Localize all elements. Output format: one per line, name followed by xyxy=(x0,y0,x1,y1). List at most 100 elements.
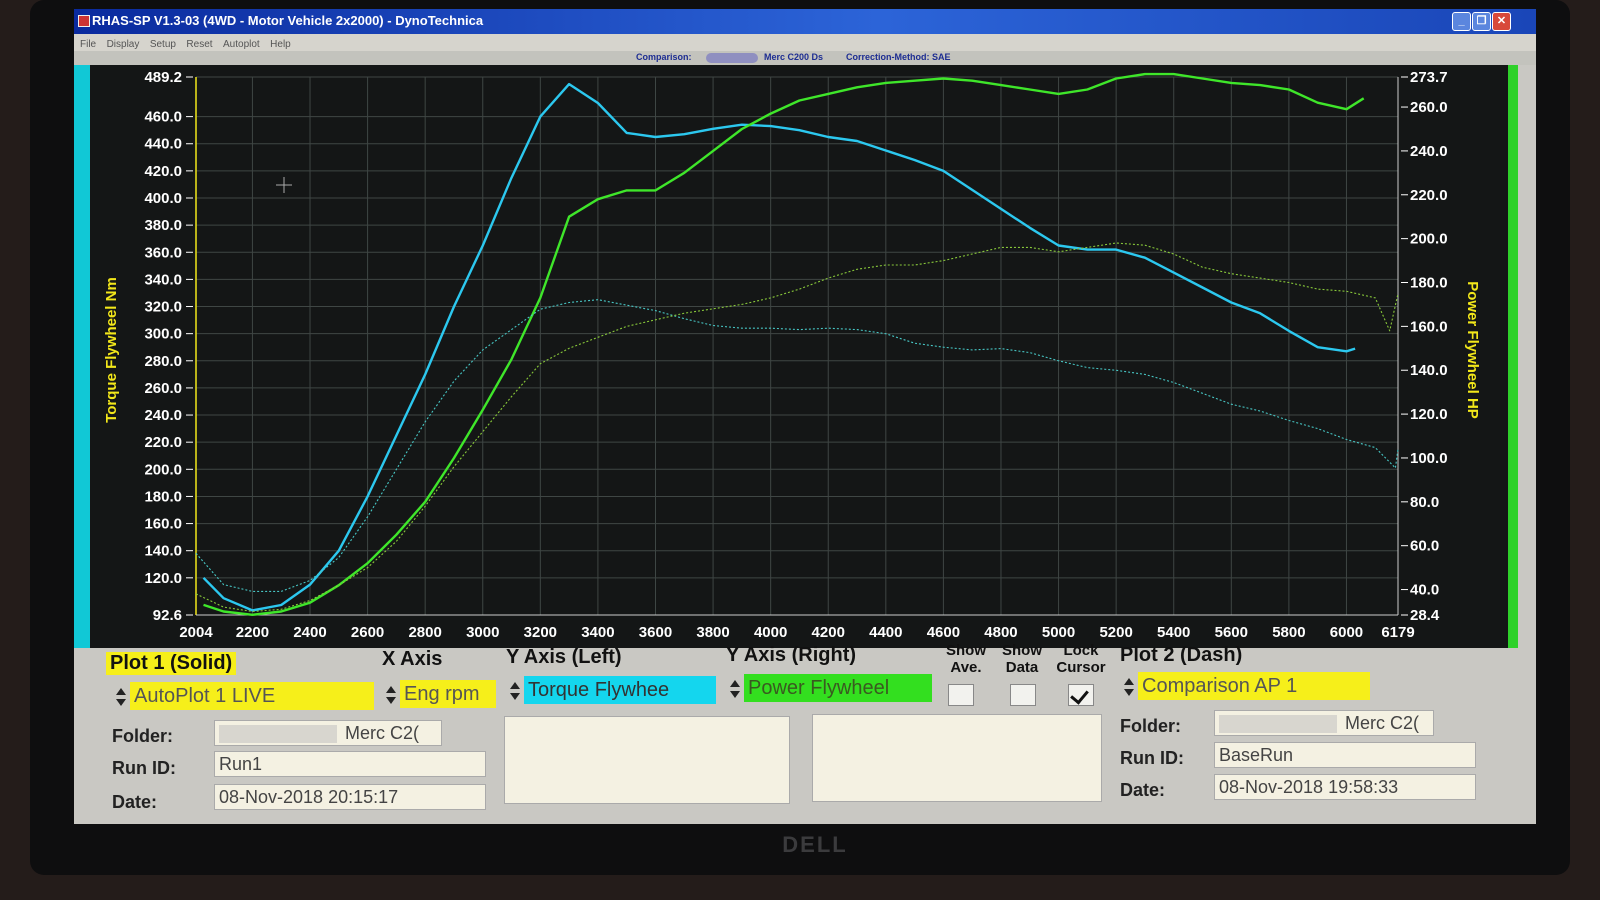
y-left-select[interactable]: Torque Flywhee xyxy=(524,676,716,704)
y-tick-label: 260.0 xyxy=(144,380,182,397)
lock-cursor-checkbox[interactable] xyxy=(1068,684,1094,706)
y-tick-label: 340.0 xyxy=(144,271,182,288)
y2-tick-label: 40.0 xyxy=(1410,582,1439,599)
status-strip: Comparison: Merc C200 Ds Correction-Meth… xyxy=(74,51,1536,65)
y-tick-label: 440.0 xyxy=(144,136,182,153)
notes-box-right[interactable] xyxy=(812,714,1102,802)
y-left-spinner[interactable] xyxy=(508,678,522,706)
y-tick-label: 360.0 xyxy=(144,244,182,261)
x-axis-header: X Axis xyxy=(382,648,443,670)
notes-box-left[interactable] xyxy=(504,716,790,804)
x-tick-label: 2200 xyxy=(236,624,269,641)
comparison-value: Merc C200 Ds xyxy=(764,52,824,62)
window-right-edge xyxy=(1518,65,1536,648)
right-axis-strip xyxy=(1508,65,1518,648)
torque-solid-line xyxy=(202,82,1356,612)
y-tick-label: 92.6 xyxy=(153,607,182,624)
blurred-region xyxy=(219,725,337,744)
y2-tick-label: 28.4 xyxy=(1410,607,1440,624)
x-tick-label: 5600 xyxy=(1215,624,1248,641)
maximize-button[interactable]: ❐ xyxy=(1472,12,1491,31)
y-tick-label: 160.0 xyxy=(144,516,182,533)
date-field-left[interactable]: 08-Nov-2018 20:15:17 xyxy=(214,784,486,810)
menu-help[interactable]: Help xyxy=(270,39,291,50)
folder-label-left: Folder: xyxy=(112,726,173,746)
menu-display[interactable]: Display xyxy=(107,39,140,50)
blurred-region xyxy=(1219,715,1337,734)
show-data-checkbox[interactable] xyxy=(1010,684,1036,706)
x-tick-label: 6179 xyxy=(1381,624,1414,641)
plot1-spinner[interactable] xyxy=(114,684,128,712)
y-right-spinner[interactable] xyxy=(728,676,742,704)
plot1-select[interactable]: AutoPlot 1 LIVE xyxy=(130,682,374,710)
chart-ticks: 2004 2200 2400 2600 2800 3000 3200 3400 3600 3800… xyxy=(144,69,1447,641)
chart-axes xyxy=(195,77,1399,616)
minimize-button[interactable]: _ xyxy=(1452,12,1471,31)
plot1-header: Plot 1 (Solid) xyxy=(106,652,237,675)
date-label-right: Date: xyxy=(1120,780,1166,800)
y2-tick-label: 180.0 xyxy=(1410,275,1448,292)
y2-tick-label: 220.0 xyxy=(1410,187,1448,204)
x-tick-label: 4400 xyxy=(869,624,902,641)
x-tick-label: 4800 xyxy=(984,624,1017,641)
y-right-select[interactable]: Power Flywheel xyxy=(744,674,932,702)
y2-tick-label: 200.0 xyxy=(1410,231,1448,248)
y-left-header: Y Axis (Left) xyxy=(506,646,622,668)
y-right-header: Y Axis (Right) xyxy=(726,644,857,666)
y2-tick-label: 100.0 xyxy=(1410,450,1448,467)
y-tick-label: 400.0 xyxy=(144,190,182,207)
y-tick-label: 200.0 xyxy=(144,461,182,478)
app-window: RHAS-SP V1.3-03 (4WD - Motor Vehicle 2x2… xyxy=(74,9,1536,824)
x-tick-label: 6000 xyxy=(1330,624,1363,641)
x-tick-label: 2600 xyxy=(351,624,384,641)
y-tick-label: 120.0 xyxy=(144,570,182,587)
x-tick-label: 5200 xyxy=(1099,624,1132,641)
menu-reset[interactable]: Reset xyxy=(186,39,212,50)
run-id-label-right: Run ID: xyxy=(1120,748,1184,768)
run-id-field-right[interactable]: BaseRun xyxy=(1214,742,1476,768)
y-tick-label: 489.2 xyxy=(144,69,182,86)
menu-setup[interactable]: Setup xyxy=(150,39,176,50)
x-axis-select[interactable]: Eng rpm xyxy=(400,680,496,708)
dyno-plot-area[interactable]: 2004 2200 2400 2600 2800 3000 3200 3400 3600 3800… xyxy=(74,65,1536,648)
y-tick-label: 180.0 xyxy=(144,488,182,505)
menu-file[interactable]: File xyxy=(80,39,96,50)
folder-field-right[interactable]: Merc C2( xyxy=(1214,710,1434,736)
y2-tick-label: 240.0 xyxy=(1410,143,1448,160)
run-id-field-left[interactable]: Run1 xyxy=(214,751,486,777)
run-id-label-left: Run ID: xyxy=(112,758,176,778)
plot2-spinner[interactable] xyxy=(1122,674,1136,702)
window-title: RHAS-SP V1.3-03 (4WD - Motor Vehicle 2x2… xyxy=(92,13,484,28)
plot2-select[interactable]: Comparison AP 1 xyxy=(1138,672,1370,700)
y-tick-label: 220.0 xyxy=(144,434,182,451)
x-tick-label: 4200 xyxy=(812,624,845,641)
chart-grid xyxy=(195,76,1399,616)
y2-tick-label: 140.0 xyxy=(1410,362,1448,379)
folder-field-left[interactable]: Merc C2( xyxy=(214,720,442,746)
y-tick-label: 300.0 xyxy=(144,326,182,343)
show-data-label: Show Data xyxy=(1002,642,1042,676)
x-tick-label: 3200 xyxy=(524,624,557,641)
y-tick-label: 420.0 xyxy=(144,163,182,180)
torque-dashed-line xyxy=(195,299,1399,592)
y-tick-label: 380.0 xyxy=(144,217,182,234)
x-axis-spinner[interactable] xyxy=(384,682,398,710)
comparison-label: Comparison: xyxy=(636,52,692,62)
close-button[interactable]: ✕ xyxy=(1492,12,1511,31)
show-ave-checkbox[interactable] xyxy=(948,684,974,706)
show-ave-label: Show Ave. xyxy=(946,642,986,676)
date-field-right[interactable]: 08-Nov-2018 19:58:33 xyxy=(1214,774,1476,800)
dyno-chart[interactable]: 2004 2200 2400 2600 2800 3000 3200 3400 3600 3800… xyxy=(90,65,1506,648)
y2-tick-label: 260.0 xyxy=(1410,99,1448,116)
y-axis-left-label: Torque Flywheel Nm xyxy=(103,277,120,423)
menu-autoplot[interactable]: Autoplot xyxy=(223,39,260,50)
power-solid-line xyxy=(203,72,1365,616)
date-label-left: Date: xyxy=(112,792,158,812)
monitor-brand-logo: DELL xyxy=(782,832,848,857)
x-tick-label: 3600 xyxy=(639,624,672,641)
x-tick-label: 2004 xyxy=(179,624,213,641)
x-tick-label: 5800 xyxy=(1272,624,1305,641)
title-bar[interactable]: RHAS-SP V1.3-03 (4WD - Motor Vehicle 2x2… xyxy=(74,9,1536,34)
x-tick-label: 3800 xyxy=(696,624,729,641)
y-tick-label: 140.0 xyxy=(144,543,182,560)
